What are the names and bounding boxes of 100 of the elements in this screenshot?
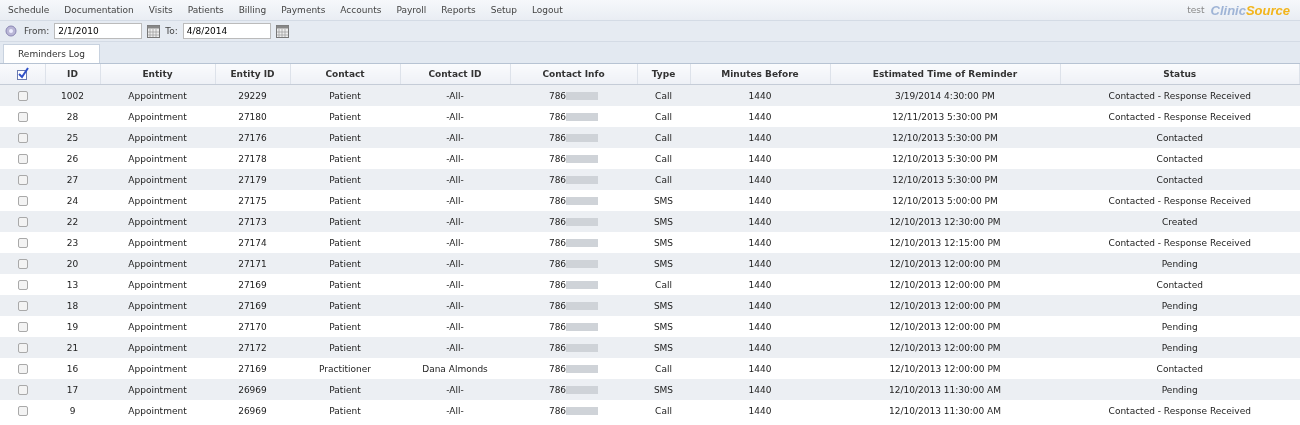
table-cell: 3/19/2014 4:30:00 PM xyxy=(895,90,995,101)
table-cell: 1440 xyxy=(748,258,772,269)
table-cell: Patient xyxy=(329,321,361,332)
table-cell: SMS xyxy=(653,321,674,332)
column-header[interactable]: Entity ID xyxy=(215,64,290,85)
table-cell: -All- xyxy=(446,195,464,206)
table-cell: SMS xyxy=(653,258,674,269)
column-header[interactable]: ID xyxy=(45,64,100,85)
column-header[interactable]: Status xyxy=(1060,64,1300,85)
calendar-icon[interactable] xyxy=(147,24,161,38)
date-field[interactable]: 2/1/2010 xyxy=(54,23,143,39)
table-cell: 1440 xyxy=(748,111,772,122)
row-checkbox[interactable] xyxy=(17,174,28,185)
date-field[interactable]: 4/8/2014 xyxy=(182,23,271,39)
table-cell: 21 xyxy=(66,342,79,353)
select-all-checkbox-icon[interactable] xyxy=(15,66,29,80)
table-cell: Appointment xyxy=(128,111,187,122)
column-header[interactable]: Contact ID xyxy=(400,64,510,85)
table-cell: Contacted - Response Received xyxy=(1108,90,1251,101)
redacted-block xyxy=(566,176,599,184)
table-cell: 786 xyxy=(548,111,567,122)
table-cell: 12/10/2013 11:30:00 AM xyxy=(889,405,1001,416)
redacted-block xyxy=(566,134,599,142)
row-checkbox[interactable] xyxy=(17,384,28,395)
menu-item[interactable]: Schedule xyxy=(8,5,50,15)
row-checkbox[interactable] xyxy=(17,111,28,122)
row-checkbox[interactable] xyxy=(17,90,28,101)
table-cell: Call xyxy=(655,153,672,164)
table-cell: 12/10/2013 12:00:00 PM xyxy=(889,363,1001,374)
table-cell: 17 xyxy=(66,384,79,395)
table-cell: 786 xyxy=(548,153,567,164)
table-cell: -All- xyxy=(446,132,464,143)
table-cell: 786 xyxy=(548,342,567,353)
column-header[interactable]: Contact Info xyxy=(510,64,637,85)
menu-item[interactable]: Payroll xyxy=(396,5,427,15)
table-cell: 27170 xyxy=(238,321,267,332)
table-cell: 786 xyxy=(548,237,567,248)
table-cell: -All- xyxy=(446,258,464,269)
menu-item[interactable]: Documentation xyxy=(64,5,134,15)
table-cell: Patient xyxy=(329,216,361,227)
menu-item[interactable]: Payments xyxy=(281,5,326,15)
table-cell: 1440 xyxy=(748,195,772,206)
redacted-block xyxy=(566,281,599,289)
row-checkbox[interactable] xyxy=(17,279,28,290)
table-cell: Call xyxy=(655,90,672,101)
table-cell: 786 xyxy=(548,132,567,143)
table-cell: 27173 xyxy=(238,216,267,227)
table-cell: 19 xyxy=(66,321,79,332)
menu-item[interactable]: Logout xyxy=(532,5,563,15)
column-header[interactable]: Entity xyxy=(100,64,215,85)
redacted-block xyxy=(566,113,599,121)
row-checkbox[interactable] xyxy=(17,405,28,416)
table-cell: 1440 xyxy=(748,153,772,164)
menu-item[interactable]: Billing xyxy=(238,5,267,15)
redacted-block xyxy=(566,386,599,394)
row-checkbox[interactable] xyxy=(17,342,28,353)
table-cell: 29229 xyxy=(238,90,267,101)
row-checkbox[interactable] xyxy=(17,195,28,206)
row-checkbox[interactable] xyxy=(17,216,28,227)
table-cell: 27169 xyxy=(238,363,267,374)
calendar-icon[interactable] xyxy=(275,24,289,38)
table-cell: Patient xyxy=(329,300,361,311)
table-cell: 786 xyxy=(548,363,567,374)
menu-item[interactable]: Accounts xyxy=(340,5,382,15)
table-cell: 786 xyxy=(548,195,567,206)
menu-item[interactable]: Visits xyxy=(148,5,173,15)
table-cell: Appointment xyxy=(128,300,187,311)
table-cell: -All- xyxy=(446,216,464,227)
row-checkbox[interactable] xyxy=(17,153,28,164)
menu-item[interactable]: Reports xyxy=(441,5,476,15)
redacted-block xyxy=(566,302,599,310)
row-checkbox[interactable] xyxy=(17,363,28,374)
table-cell: 18 xyxy=(66,300,79,311)
table-cell: 786 xyxy=(548,174,567,185)
menu-item[interactable]: Setup xyxy=(490,5,517,15)
table-cell: Appointment xyxy=(128,342,187,353)
row-checkbox[interactable] xyxy=(17,132,28,143)
table-cell: 12/10/2013 12:00:00 PM xyxy=(889,321,1001,332)
table-cell: 12/10/2013 12:15:00 PM xyxy=(889,237,1001,248)
column-header[interactable]: Contact xyxy=(290,64,400,85)
table-cell: 16 xyxy=(66,363,79,374)
table-cell: 786 xyxy=(548,321,567,332)
table-cell: Appointment xyxy=(128,90,187,101)
column-header[interactable]: Estimated Time of Reminder xyxy=(830,64,1060,85)
table-cell: Contacted - Response Received xyxy=(1108,195,1251,206)
table-cell: 1440 xyxy=(748,132,772,143)
column-header[interactable]: Type xyxy=(637,64,690,85)
table-cell: Appointment xyxy=(128,405,187,416)
row-checkbox[interactable] xyxy=(17,258,28,269)
table-cell: 27169 xyxy=(238,279,267,290)
row-checkbox[interactable] xyxy=(17,237,28,248)
table-cell: 786 xyxy=(548,405,567,416)
table-cell: Pending xyxy=(1161,384,1198,395)
row-checkbox[interactable] xyxy=(17,300,28,311)
row-checkbox[interactable] xyxy=(17,321,28,332)
tab[interactable]: Reminders Log xyxy=(3,44,100,63)
column-header[interactable]: Minutes Before xyxy=(690,64,830,85)
menu-item[interactable]: Patients xyxy=(187,5,224,15)
table-cell: Contacted - Response Received xyxy=(1108,111,1251,122)
table-cell: -All- xyxy=(446,321,464,332)
